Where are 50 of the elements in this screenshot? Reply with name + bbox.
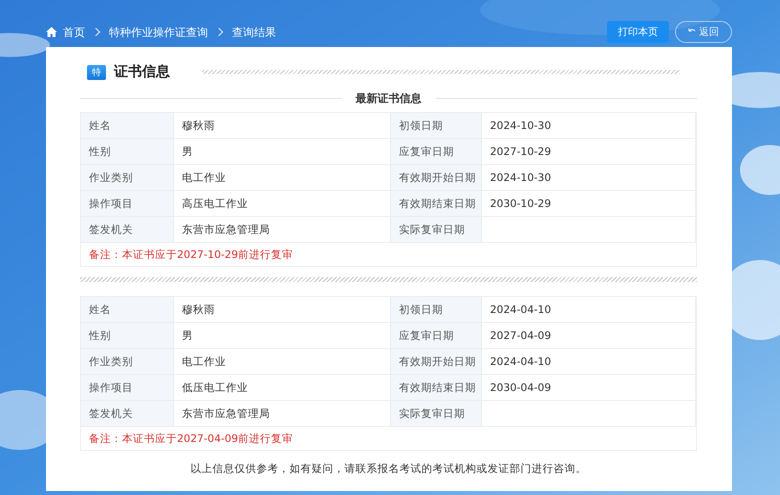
- breadcrumb-current[interactable]: 查询结果: [232, 24, 276, 40]
- breadcrumb-link[interactable]: 特种作业操作证查询: [109, 24, 208, 40]
- field-label: 性别: [81, 139, 174, 165]
- subsection-title: 最新证书信息: [356, 91, 422, 106]
- field-value: 2030-04-09: [482, 375, 696, 401]
- print-button[interactable]: 打印本页: [607, 21, 669, 43]
- field-label: 性别: [81, 323, 174, 349]
- field-label: 初领日期: [391, 113, 482, 139]
- field-label: 作业类别: [81, 165, 174, 191]
- field-value: 穆秋雨: [174, 113, 391, 139]
- breadcrumb-link[interactable]: 首页: [63, 24, 85, 40]
- field-value: 男: [174, 139, 391, 165]
- section-title: 证书信息: [114, 63, 171, 81]
- field-value: 2024-04-10: [482, 349, 696, 375]
- field-value: 电工作业: [174, 349, 391, 375]
- field-label: 签发机关: [81, 217, 174, 243]
- field-value: 2027-04-09: [482, 323, 696, 349]
- field-label: 实际复审日期: [391, 217, 482, 243]
- field-value: 电工作业: [174, 165, 391, 191]
- field-label: 实际复审日期: [391, 401, 482, 427]
- section-badge: 特: [87, 64, 106, 80]
- field-label: 姓名: [81, 113, 174, 139]
- field-value: 穆秋雨: [174, 297, 391, 323]
- field-value: 东营市应急管理局: [174, 217, 391, 243]
- field-label: 姓名: [81, 297, 174, 323]
- field-value: 2024-10-30: [482, 165, 696, 191]
- field-value: 男: [174, 323, 391, 349]
- back-button[interactable]: 返回: [675, 21, 732, 43]
- field-label: 有效期结束日期: [391, 191, 482, 217]
- field-value: 东营市应急管理局: [174, 401, 391, 427]
- home-icon: [46, 27, 57, 37]
- review-note: 备注：本证书应于2027-10-29前进行复审: [88, 248, 294, 262]
- field-value: 高压电工作业: [174, 191, 391, 217]
- disclaimer-text: 以上信息仅供参考，如有疑问，请联系报名考试的考试机构或发证部门进行咨询。: [190, 462, 588, 476]
- field-label: 应复审日期: [391, 323, 482, 349]
- field-value: 2027-10-29: [482, 139, 696, 165]
- field-label: 有效期开始日期: [391, 349, 482, 375]
- field-label: 签发机关: [81, 401, 174, 427]
- field-label: 有效期结束日期: [391, 375, 482, 401]
- field-value: 2030-10-29: [482, 191, 696, 217]
- field-label: 作业类别: [81, 349, 174, 375]
- field-label: 操作项目: [81, 191, 174, 217]
- field-label: 有效期开始日期: [391, 165, 482, 191]
- field-value: 2024-04-10: [482, 297, 696, 323]
- field-label: 操作项目: [81, 375, 174, 401]
- field-label: 初领日期: [391, 297, 482, 323]
- review-note: 备注：本证书应于2027-04-09前进行复审: [88, 432, 294, 446]
- field-label: 应复审日期: [391, 139, 482, 165]
- field-value: 低压电工作业: [174, 375, 391, 401]
- field-value: 2024-10-30: [482, 113, 696, 139]
